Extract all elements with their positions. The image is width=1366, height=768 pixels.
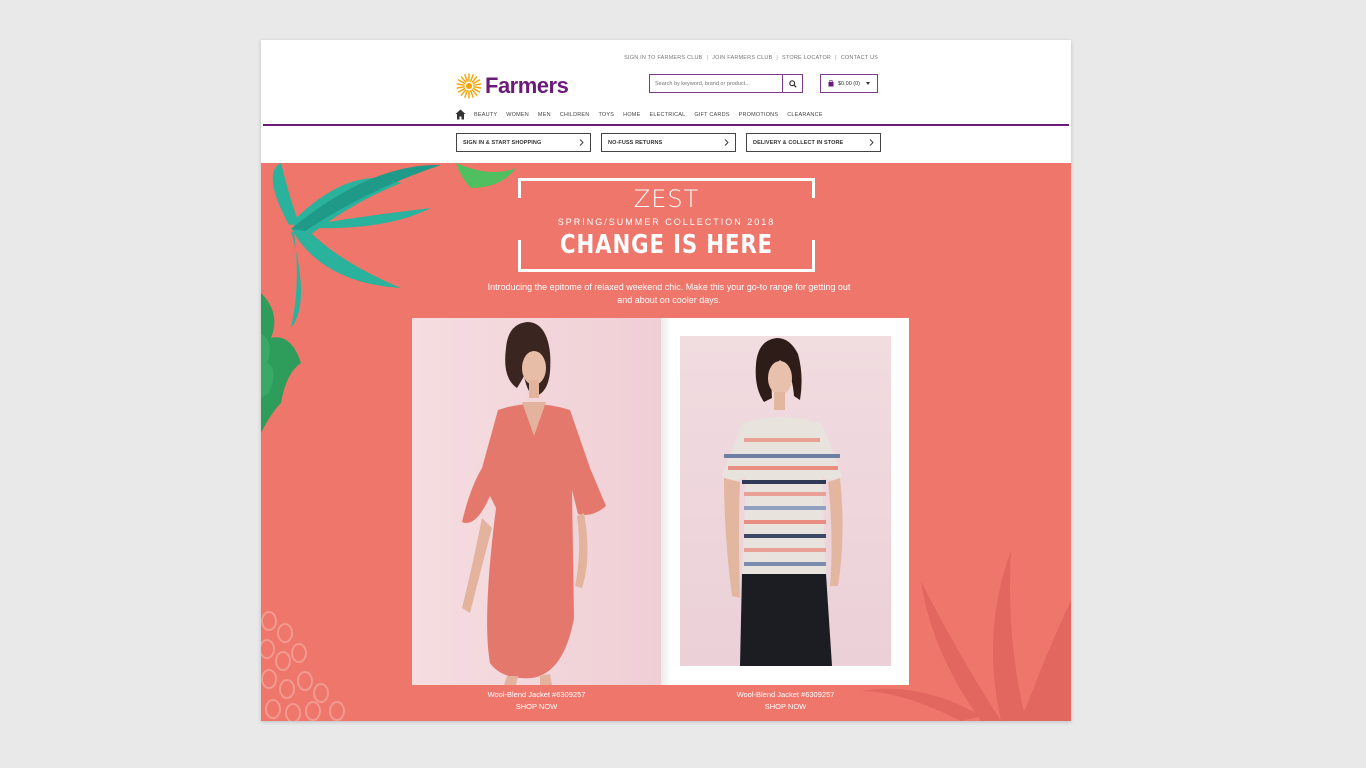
campaign-eyebrow: ZEST (633, 185, 700, 213)
circle-pattern-icon (261, 611, 345, 721)
delivery-collect-button[interactable]: DELIVERY & COLLECT IN STORE (746, 133, 881, 152)
home-icon[interactable] (455, 109, 466, 120)
bag-icon (828, 80, 834, 87)
nav-item-gift-cards[interactable]: GIFT CARDS (694, 112, 729, 118)
nav-item-clearance[interactable]: CLEARANCE (787, 112, 822, 118)
model-striped-top-image (722, 338, 843, 666)
campaign-intro: Introducing the epitome of relaxed weeke… (487, 282, 851, 305)
nav-item-electrical[interactable]: ELECTRICAL (649, 112, 685, 118)
main-nav: BEAUTY WOMEN MEN CHILDREN TOYS HOME ELEC… (455, 109, 832, 120)
model-pink-dress-image (462, 322, 606, 685)
divider: | (706, 55, 709, 61)
search-bar (649, 74, 803, 93)
product-name: Wool-Blend Jacket #6309257 (487, 690, 586, 699)
divider: | (835, 55, 837, 61)
returns-button[interactable]: NO-FUSS RETURNS (601, 133, 736, 152)
cart-total: $0.00 (0) (838, 80, 861, 87)
product-card[interactable] (412, 318, 661, 685)
contact-us-link[interactable]: CONTACT US (841, 55, 878, 61)
shop-now-link[interactable]: SHOP NOW (661, 701, 910, 713)
nav-item-children[interactable]: CHILDREN (560, 112, 590, 118)
join-club-link[interactable]: JOIN FARMERS CLUB (712, 55, 772, 61)
chevron-right-icon (579, 139, 584, 146)
nav-item-toys[interactable]: TOYS (598, 112, 614, 118)
utility-links: SIGN IN TO FARMERS CLUB | JOIN FARMERS C… (624, 55, 878, 61)
promo-buttons: SIGN IN & START SHOPPING NO-FUSS RETURNS… (456, 133, 881, 152)
product-photo (680, 336, 891, 666)
page-spine-shadow (661, 318, 671, 685)
search-icon (788, 79, 797, 88)
nav-divider (263, 124, 1069, 126)
farmers-logo[interactable]: Farmers (455, 72, 569, 100)
brand-name: Farmers (485, 73, 569, 98)
promo-label: DELIVERY & COLLECT IN STORE (753, 139, 844, 146)
chevron-right-icon (724, 139, 729, 146)
chevron-down-icon (866, 82, 871, 85)
hero-banner: ZEST SPRING/SUMMER COLLECTION 2018 CHANG… (261, 163, 1071, 721)
campaign-title-block: ZEST SPRING/SUMMER COLLECTION 2018 CHANG… (518, 178, 815, 272)
nav-item-women[interactable]: WOMEN (506, 112, 529, 118)
search-button[interactable] (782, 75, 802, 92)
browser-page: SIGN IN TO FARMERS CLUB | JOIN FARMERS C… (261, 40, 1071, 721)
promo-label: SIGN IN & START SHOPPING (463, 139, 542, 146)
nav-item-home[interactable]: HOME (623, 112, 640, 118)
nav-item-promotions[interactable]: PROMOTIONS (739, 112, 779, 118)
product-card[interactable] (661, 318, 909, 685)
sign-in-club-link[interactable]: SIGN IN TO FARMERS CLUB (624, 55, 702, 61)
divider: | (776, 55, 779, 61)
campaign-headline: CHANGE IS HERE (560, 230, 773, 260)
campaign-season: SPRING/SUMMER COLLECTION 2018 (557, 217, 776, 227)
cart-button[interactable]: $0.00 (0) (820, 74, 878, 93)
product-name: Wool-Blend Jacket #6309257 (736, 690, 835, 699)
search-input[interactable] (650, 75, 782, 92)
promo-label: NO-FUSS RETURNS (608, 139, 663, 146)
sunburst-logo-icon (456, 73, 482, 99)
nav-item-men[interactable]: MEN (538, 112, 551, 118)
product-caption: Wool-Blend Jacket #6309257 SHOP NOW (661, 689, 910, 713)
product-photo (412, 318, 661, 685)
product-caption: Wool-Blend Jacket #6309257 SHOP NOW (412, 689, 661, 713)
store-locator-link[interactable]: STORE LOCATOR (782, 55, 831, 61)
sign-in-shopping-button[interactable]: SIGN IN & START SHOPPING (456, 133, 591, 152)
shop-now-link[interactable]: SHOP NOW (412, 701, 661, 713)
nav-item-beauty[interactable]: BEAUTY (474, 112, 497, 118)
chevron-right-icon (869, 139, 874, 146)
